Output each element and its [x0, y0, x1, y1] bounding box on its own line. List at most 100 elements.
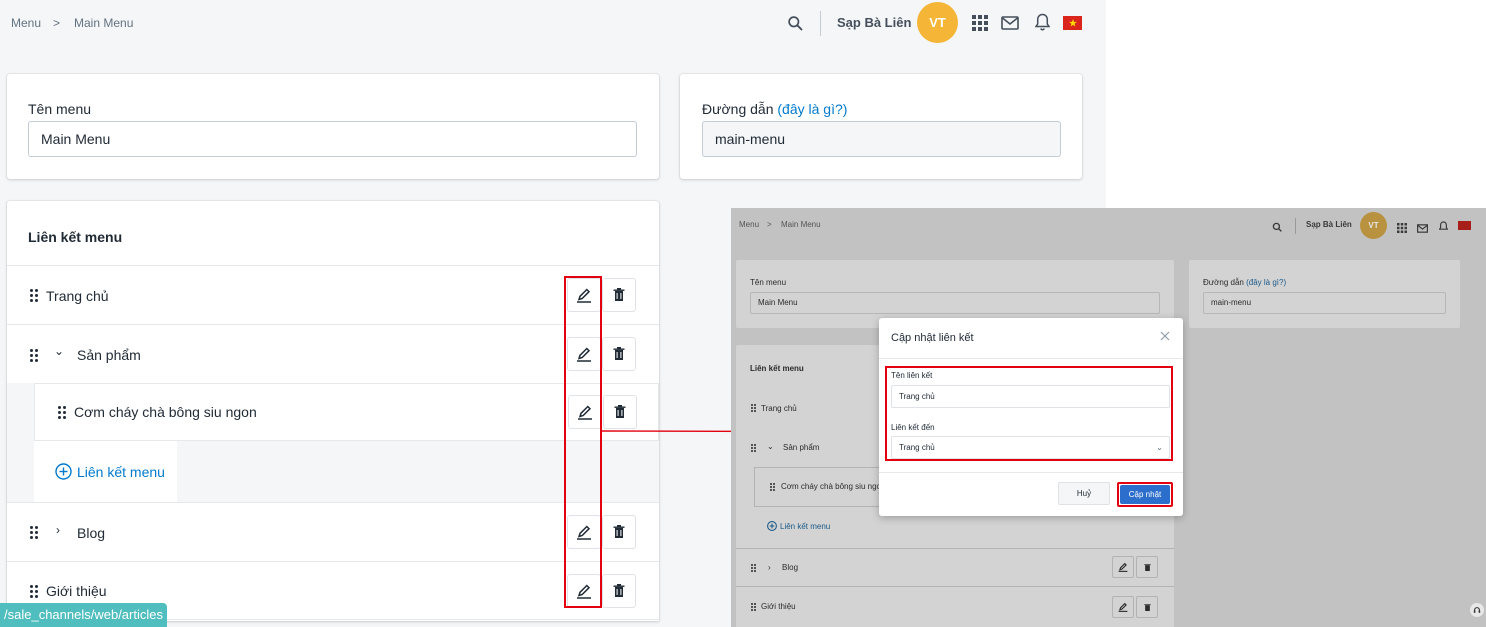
annotation-highlight-box — [885, 366, 1173, 461]
menu-item-label: Trang chủ — [761, 404, 797, 413]
menu-item-label: Sản phẩm — [77, 347, 141, 363]
drag-handle-icon[interactable] — [751, 603, 757, 612]
breadcrumb-separator: > — [53, 16, 61, 30]
modal-divider — [879, 472, 1183, 473]
drag-handle-icon[interactable] — [751, 404, 757, 413]
modal-preview-screenshot: Menu > Main Menu Sạp Bà Liên VT Tên menu… — [731, 208, 1486, 627]
menu-item-row[interactable]: ⌄ Sản phẩm — [7, 324, 659, 383]
add-menu-link-label: Liên kết menu — [780, 521, 831, 531]
breadcrumb-root[interactable]: Menu — [11, 16, 41, 30]
annotation-highlight-box: Cập nhật — [1117, 482, 1173, 507]
chevron-down-icon[interactable]: ⌄ — [767, 442, 774, 451]
modal-title: Cập nhật liên kết — [891, 332, 974, 344]
delete-button[interactable] — [602, 574, 636, 608]
path-input[interactable]: main-menu — [1203, 292, 1446, 314]
plus-circle-icon — [55, 463, 72, 480]
delete-button[interactable] — [602, 337, 636, 371]
drag-handle-icon[interactable] — [30, 349, 40, 363]
breadcrumb-separator: > — [767, 220, 772, 229]
bell-icon[interactable] — [1438, 219, 1449, 237]
delete-button[interactable] — [1136, 556, 1158, 578]
add-menu-link-button[interactable]: Liên kết menu — [55, 463, 165, 480]
menu-item-label: Trang chủ — [46, 288, 109, 304]
menu-item-label: Giới thiệu — [761, 602, 796, 611]
delete-button[interactable] — [602, 515, 636, 549]
path-label: Đường dẫn (đây là gì?) — [702, 101, 847, 117]
header-divider — [820, 11, 821, 36]
modal-divider — [879, 358, 1183, 359]
menu-item-label: Sản phẩm — [783, 443, 820, 452]
mail-icon[interactable] — [1417, 220, 1428, 238]
top-bar: Menu > Main Menu Sạp Bà Liên VT — [0, 0, 1106, 46]
chevron-down-icon[interactable]: ⌄ — [54, 344, 64, 358]
menu-item-label: Giới thiệu — [46, 583, 107, 599]
menu-item-row[interactable]: Trang chủ — [7, 265, 659, 324]
menu-item-row[interactable]: › Blog — [7, 502, 659, 561]
trash-icon — [1143, 603, 1151, 611]
mail-icon[interactable] — [1000, 14, 1020, 32]
avatar[interactable]: VT — [917, 2, 958, 43]
drag-handle-icon[interactable] — [751, 444, 757, 453]
breadcrumb-root[interactable]: Menu — [739, 220, 759, 229]
store-name[interactable]: Sạp Bà Liên — [837, 15, 911, 30]
add-menu-link-button[interactable]: Liên kết menu — [767, 521, 830, 531]
vietnam-flag-icon[interactable] — [1458, 221, 1471, 230]
update-button[interactable]: Cập nhật — [1120, 485, 1170, 504]
drag-handle-icon[interactable] — [751, 564, 757, 573]
breadcrumb-current: Main Menu — [74, 16, 134, 30]
add-menu-link-label: Liên kết menu — [77, 463, 165, 480]
delete-button[interactable] — [603, 395, 637, 429]
store-name[interactable]: Sạp Bà Liên — [1306, 220, 1352, 229]
chevron-right-icon[interactable]: › — [768, 563, 771, 572]
path-card: Đường dẫn (đây là gì?) main-menu — [680, 74, 1082, 179]
menu-links-title: Liên kết menu — [28, 229, 123, 245]
row-divider — [736, 586, 1174, 587]
vietnam-flag-icon[interactable] — [1063, 16, 1082, 30]
drag-handle-icon[interactable] — [30, 289, 40, 303]
path-help-link[interactable]: (đây là gì?) — [1246, 278, 1286, 287]
path-label-text: Đường dẫn — [1203, 278, 1244, 287]
path-card: Đường dẫn (đây là gì?) main-menu — [1189, 260, 1460, 328]
status-url-bar: /sale_channels/web/articles — [0, 603, 167, 627]
drag-handle-icon[interactable] — [770, 483, 776, 492]
update-link-modal: Cập nhật liên kết Tên liên kết Trang chủ… — [879, 318, 1183, 516]
drag-handle-icon[interactable] — [30, 585, 40, 599]
menu-name-label: Tên menu — [28, 101, 92, 117]
path-label-text: Đường dẫn — [702, 101, 774, 117]
path-input[interactable]: main-menu — [702, 121, 1061, 157]
menu-name-label: Tên menu — [750, 278, 787, 287]
path-label: Đường dẫn (đây là gì?) — [1203, 278, 1286, 287]
edit-button[interactable] — [1112, 596, 1134, 618]
trash-icon — [614, 405, 626, 418]
chevron-right-icon[interactable]: › — [56, 523, 60, 537]
headset-icon[interactable] — [1470, 603, 1484, 617]
apps-grid-icon[interactable] — [971, 14, 989, 32]
menu-name-card: Tên menu Main Menu — [7, 74, 659, 179]
delete-button[interactable] — [1136, 596, 1158, 618]
plus-circle-icon — [767, 521, 777, 531]
bell-icon[interactable] — [1033, 12, 1051, 32]
trash-icon — [1143, 563, 1151, 571]
trash-icon — [613, 347, 625, 360]
avatar[interactable]: VT — [1360, 212, 1387, 239]
drag-handle-icon[interactable] — [30, 526, 40, 540]
header-divider — [1295, 218, 1296, 234]
delete-button[interactable] — [602, 278, 636, 312]
menu-name-input[interactable]: Main Menu — [28, 121, 637, 157]
apps-grid-icon[interactable] — [1397, 220, 1407, 238]
path-help-link[interactable]: (đây là gì?) — [777, 101, 847, 117]
close-icon[interactable] — [1160, 328, 1170, 346]
cancel-button[interactable]: Huỷ — [1058, 482, 1110, 505]
search-icon[interactable] — [1272, 220, 1283, 238]
annotation-highlight-box — [564, 276, 602, 608]
pencil-icon — [1118, 562, 1128, 572]
menu-item-label: Blog — [782, 563, 799, 572]
edit-button[interactable] — [1112, 556, 1134, 578]
trash-icon — [613, 525, 625, 538]
menu-item-label: Blog — [77, 525, 106, 541]
breadcrumb-current: Main Menu — [781, 220, 821, 229]
drag-handle-icon[interactable] — [58, 406, 68, 420]
pencil-icon — [1118, 602, 1128, 612]
menu-name-input[interactable]: Main Menu — [750, 292, 1160, 314]
search-icon[interactable] — [785, 13, 805, 33]
